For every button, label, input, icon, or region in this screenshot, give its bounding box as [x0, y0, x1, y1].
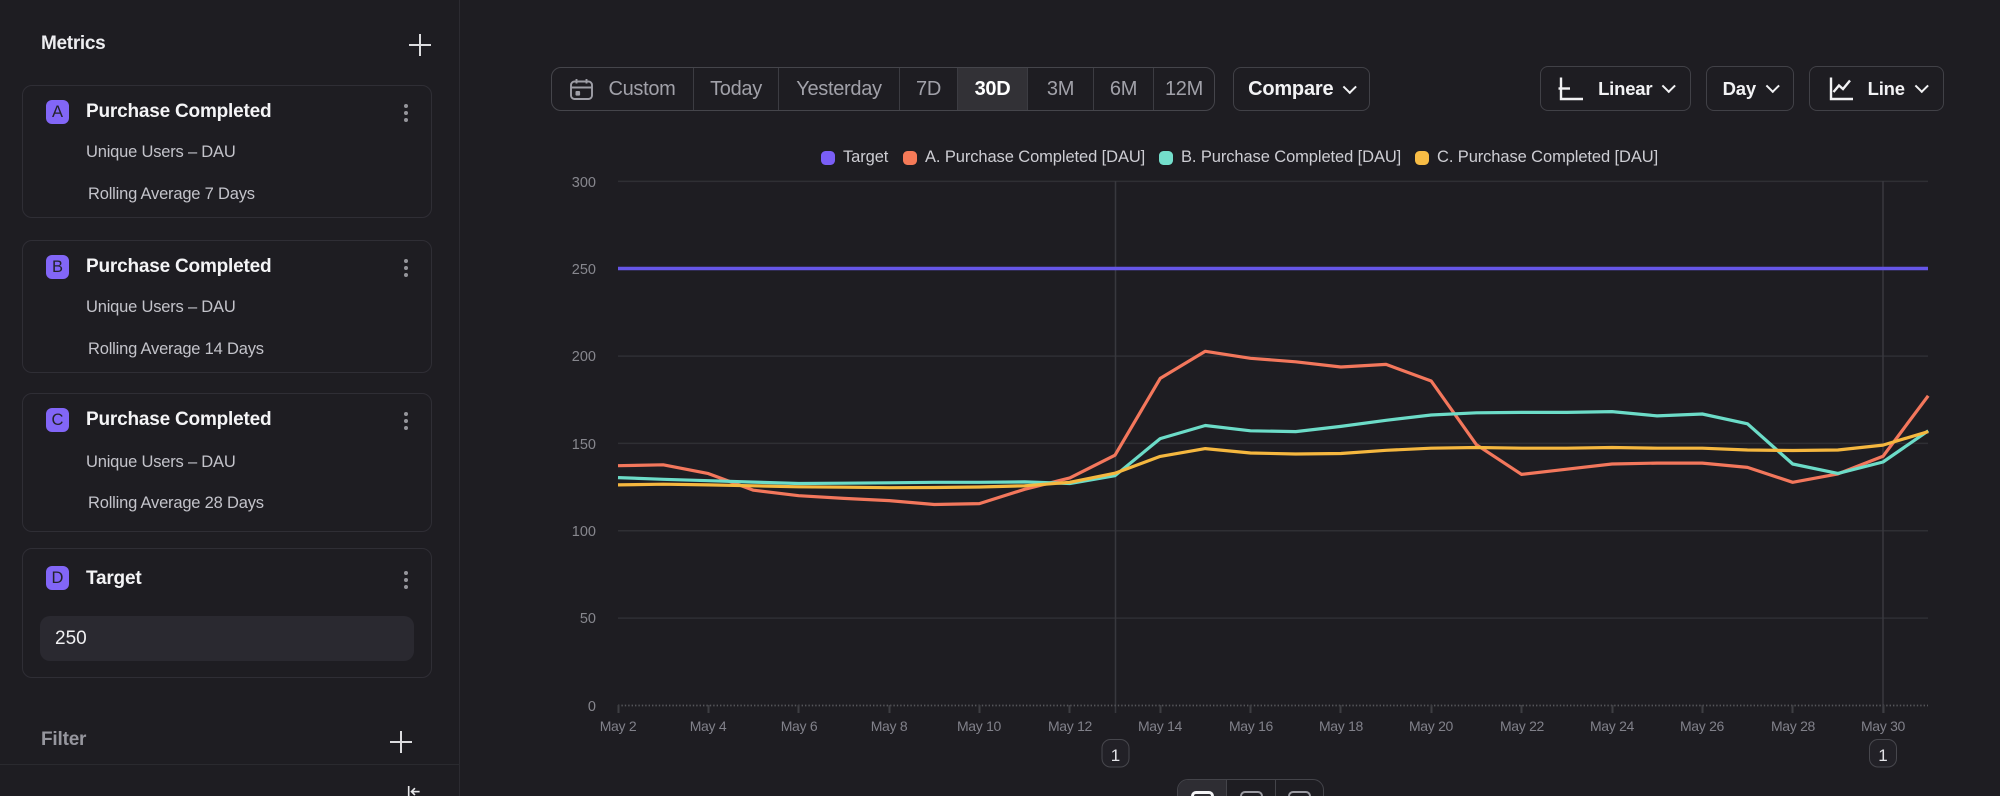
- svg-text:May 6: May 6: [781, 718, 818, 734]
- svg-text:100: 100: [572, 524, 596, 540]
- svg-text:May 16: May 16: [1229, 718, 1274, 734]
- svg-text:1: 1: [1111, 746, 1120, 765]
- svg-text:May 10: May 10: [957, 718, 1002, 734]
- svg-text:300: 300: [572, 175, 596, 191]
- svg-text:May 26: May 26: [1680, 718, 1725, 734]
- svg-text:May 24: May 24: [1590, 718, 1635, 734]
- svg-text:May 14: May 14: [1138, 718, 1183, 734]
- svg-text:May 28: May 28: [1771, 718, 1816, 734]
- svg-text:May 30: May 30: [1861, 718, 1906, 734]
- svg-text:200: 200: [572, 349, 596, 365]
- svg-text:May 22: May 22: [1500, 718, 1545, 734]
- svg-text:150: 150: [572, 437, 596, 453]
- svg-text:50: 50: [580, 611, 596, 627]
- svg-text:May 4: May 4: [690, 718, 727, 734]
- svg-text:250: 250: [572, 262, 596, 278]
- svg-text:May 2: May 2: [600, 718, 637, 734]
- svg-text:0: 0: [588, 699, 596, 715]
- svg-text:May 18: May 18: [1319, 718, 1364, 734]
- svg-text:May 12: May 12: [1048, 718, 1093, 734]
- svg-text:May 20: May 20: [1409, 718, 1454, 734]
- svg-text:1: 1: [1878, 746, 1887, 765]
- svg-text:May 8: May 8: [871, 718, 908, 734]
